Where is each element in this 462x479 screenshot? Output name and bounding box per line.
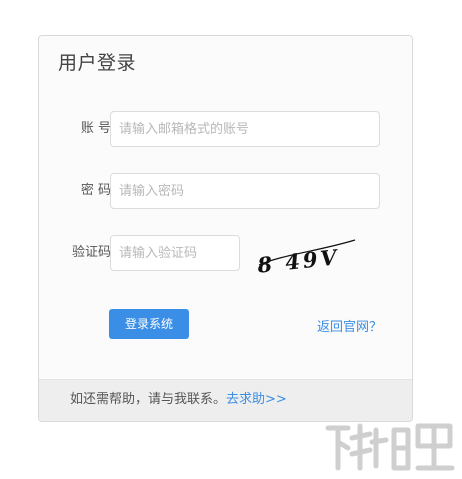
help-text: 如还需帮助，请与我联系。 bbox=[70, 392, 227, 407]
captcha-input[interactable] bbox=[110, 235, 240, 271]
back-to-site-link[interactable]: 返回官网？ bbox=[317, 316, 382, 335]
password-label: 密 码 bbox=[80, 183, 111, 198]
captcha-label: 验证码 bbox=[71, 245, 111, 260]
site-watermark-logo bbox=[325, 423, 455, 471]
help-link[interactable]: 去求助>> bbox=[226, 392, 287, 407]
page-title: 用户登录 bbox=[58, 52, 137, 74]
login-button[interactable]: 登录系统 bbox=[109, 309, 189, 339]
captcha-image[interactable]: 8 49V bbox=[253, 234, 359, 278]
account-input[interactable] bbox=[110, 111, 380, 147]
captcha-text: 8 49V bbox=[255, 244, 341, 278]
password-input[interactable] bbox=[110, 173, 380, 209]
help-footer: 如还需帮助，请与我联系。去求助>> bbox=[39, 379, 412, 421]
account-label: 账 号 bbox=[80, 121, 111, 136]
login-card: 用户登录 账 号 密 码 验证码 8 49V 登录系统 返回官网？ 如还需帮助，… bbox=[38, 35, 413, 422]
